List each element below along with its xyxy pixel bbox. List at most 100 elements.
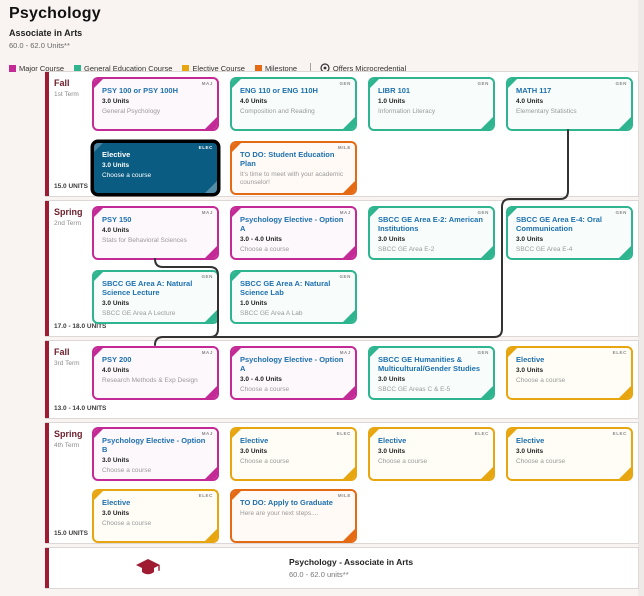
card-title: SBCC GE Area A: Natural Science Lab <box>240 279 349 297</box>
card-units: 3.0 - 4.0 Units <box>240 376 349 383</box>
course-card[interactable]: GENENG 110 or ENG 110H4.0 UnitsCompositi… <box>230 77 357 131</box>
header: Psychology Associate in Arts 60.0 - 62.0… <box>0 0 644 74</box>
card-subtitle: Choose a course <box>102 520 211 528</box>
card-title: Elective <box>516 436 625 445</box>
card-title: Elective <box>378 436 487 445</box>
card-subtitle: Choose a course <box>102 172 211 180</box>
card-subtitle: Composition and Reading <box>240 108 349 116</box>
card-subtitle: SBCC GE Area A Lecture <box>102 310 211 318</box>
card-subtitle: Choose a course <box>102 467 211 475</box>
legend-swatch-major <box>9 65 16 72</box>
course-card[interactable]: GENSBCC GE Area A: Natural Science Lab1.… <box>230 270 357 324</box>
term-season: Spring <box>54 207 92 217</box>
term-row: Spring2nd Term17.0 - 18.0 UNITSMAJPSY 15… <box>45 200 639 337</box>
term-number: 2nd Term <box>54 220 92 227</box>
milestone-card[interactable]: MILETO DO: Student Education PlanIt's ti… <box>230 141 357 195</box>
card-title: Psychology Elective - Option A <box>240 215 349 233</box>
course-card[interactable]: GENSBCC GE Area E-4: Oral Communication 3… <box>506 206 633 260</box>
course-card[interactable]: ELECElective3.0 UnitsChoose a course <box>92 489 219 543</box>
award-text: Psychology - Associate in Arts 60.0 - 62… <box>289 557 413 579</box>
term-cards: MAJPSY 2004.0 UnitsResearch Methods & Ex… <box>92 341 644 418</box>
card-title: PSY 150 <box>102 215 211 224</box>
card-subtitle: SBCC GE Area E-2 <box>378 246 487 254</box>
course-card[interactable]: MAJPSY 1504.0 UnitsStats for Behavioral … <box>92 206 219 260</box>
course-card[interactable]: GENSBCC GE Area E-2: American Institutio… <box>368 206 495 260</box>
card-units: 3.0 Units <box>102 457 211 464</box>
course-card[interactable]: GENMATH 1174.0 UnitsElementary Statistic… <box>506 77 633 131</box>
card-title: Elective <box>102 498 211 507</box>
card-title: LIBR 101 <box>378 86 487 95</box>
course-card[interactable]: GENLIBR 1011.0 UnitsInformation Literacy <box>368 77 495 131</box>
card-subtitle: Choose a course <box>378 458 487 466</box>
card-type-tag: GEN <box>615 81 627 86</box>
term-number: 1st Term <box>54 91 92 98</box>
card-subtitle: SBCC GE Area E-4 <box>516 246 625 254</box>
term-units: 17.0 - 18.0 UNITS <box>54 323 106 330</box>
card-units: 3.0 Units <box>240 448 349 455</box>
page-title: Psychology <box>9 5 644 23</box>
course-card[interactable]: MAJPsychology Elective - Option A 3.0 - 4… <box>230 346 357 400</box>
card-type-tag: MAJ <box>340 210 351 215</box>
course-card[interactable]: ELECElective 3.0 Units Choose a course <box>368 427 495 481</box>
term-number: 4th Term <box>54 442 92 449</box>
card-units: 1.0 Units <box>378 98 487 105</box>
card-title: Elective <box>240 436 349 445</box>
card-title: PSY 200 <box>102 355 211 364</box>
card-type-tag: GEN <box>615 210 627 215</box>
card-type-tag: GEN <box>201 274 213 279</box>
card-type-tag: MILE <box>338 493 351 498</box>
card-title: MATH 117 <box>516 86 625 95</box>
term-units: 15.0 UNITS <box>54 183 88 190</box>
card-title: ENG 110 or ENG 110H <box>240 86 349 95</box>
card-type-tag: ELEC <box>613 431 627 436</box>
course-card[interactable]: MAJPSY 2004.0 UnitsResearch Methods & Ex… <box>92 346 219 400</box>
card-subtitle: General Psychology <box>102 108 211 116</box>
term-cards: MAJPSY 100 or PSY 100H3.0 UnitsGeneral P… <box>92 72 644 196</box>
card-subtitle: SBCC GE Area A Lab <box>240 310 349 318</box>
card-subtitle: Stats for Behavioral Sciences <box>102 237 211 245</box>
card-units: 3.0 - 4.0 Units <box>240 236 349 243</box>
term-units: 13.0 - 14.0 UNITS <box>54 405 106 412</box>
course-card[interactable]: MAJPsychology Elective - Option B 3.0 Uni… <box>92 427 219 481</box>
course-card[interactable]: ELECElective3.0 UnitsChoose a course <box>506 346 633 400</box>
card-title: Psychology Elective - Option A <box>240 355 349 373</box>
card-type-tag: MAJ <box>340 350 351 355</box>
card-title: SBCC GE Area E-4: Oral Communication <box>516 215 625 233</box>
terms-list: Fall 1st Term 15.0 UNITS MAJPSY 100 or PSY … <box>45 71 639 547</box>
card-units: 3.0 Units <box>378 448 487 455</box>
award-units: 60.0 - 62.0 units** <box>289 570 413 579</box>
card-subtitle: SBCC GE Areas C & E-5 <box>378 386 487 394</box>
card-type-tag: GEN <box>477 81 489 86</box>
card-subtitle: Elementary Statistics <box>516 108 625 116</box>
card-type-tag: ELEC <box>613 350 627 355</box>
course-card[interactable]: MAJPSY 100 or PSY 100H3.0 UnitsGeneral P… <box>92 77 219 131</box>
term-row: Fall 1st Term 15.0 UNITS MAJPSY 100 or PSY … <box>45 71 639 197</box>
graduation-cap-icon <box>135 557 161 579</box>
card-type-tag: ELEC <box>475 431 489 436</box>
card-row: ELECElective3.0 UnitsChoose a courseMILE… <box>92 141 644 195</box>
course-card[interactable]: GENSBCC GE Area A: Natural Science Lectu… <box>92 270 219 324</box>
card-type-tag: GEN <box>477 350 489 355</box>
course-card[interactable]: GENSBCC GE Humanities & Multicultural/Ge… <box>368 346 495 400</box>
card-type-tag: MAJ <box>202 350 213 355</box>
card-title: Elective <box>516 355 625 364</box>
card-type-tag: MAJ <box>202 431 213 436</box>
term-label: Fall3rd Term13.0 - 14.0 UNITS <box>49 341 92 418</box>
card-subtitle: Choose a course <box>240 246 349 254</box>
degree-type: Associate in Arts <box>9 28 644 38</box>
card-type-tag: ELEC <box>199 145 213 150</box>
card-row: GENSBCC GE Area A: Natural Science Lectu… <box>92 270 644 324</box>
term-season: Fall <box>54 78 92 88</box>
card-type-tag: ELEC <box>337 431 351 436</box>
course-card[interactable]: ELECElective3.0 UnitsChoose a course <box>230 427 357 481</box>
card-subtitle: Choose a course <box>516 377 625 385</box>
milestone-card[interactable]: MILETO DO: Apply to GraduateHere are you… <box>230 489 357 543</box>
course-card[interactable]: MAJPsychology Elective - Option A 3.0 - 4… <box>230 206 357 260</box>
course-card[interactable]: ELECElective3.0 UnitsChoose a course <box>92 141 219 195</box>
course-card[interactable]: ELECElective3.0 UnitsChoose a course <box>506 427 633 481</box>
card-row: ELECElective3.0 UnitsChoose a courseMILE… <box>92 489 644 543</box>
term-row: Spring4th Term15.0 UNITSMAJPsychology El… <box>45 422 639 544</box>
card-title: Psychology Elective - Option B <box>102 436 211 454</box>
card-subtitle: Choose a course <box>240 386 349 394</box>
card-units: 3.0 Units <box>516 236 625 243</box>
